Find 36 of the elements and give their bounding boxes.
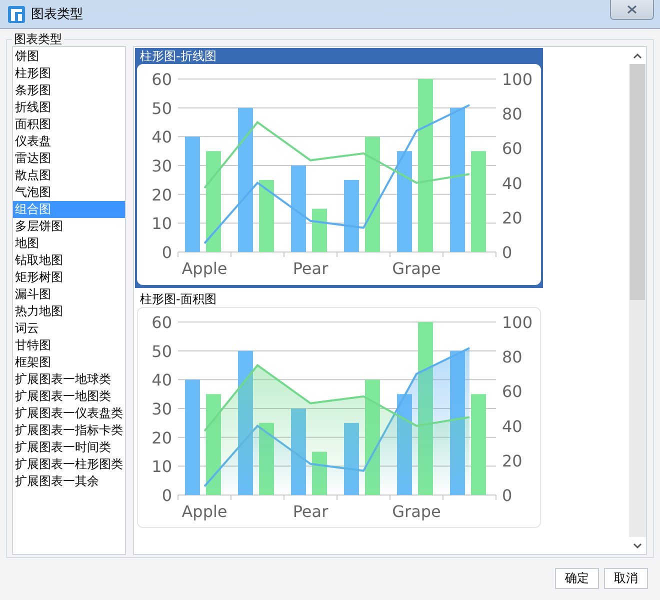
axis-label: 60: [502, 139, 522, 158]
axis-label: 0: [162, 486, 172, 505]
axis-label: 100: [502, 70, 533, 89]
axis-label: 50: [152, 342, 172, 361]
category-label: Grape: [392, 502, 441, 521]
axis-label: 40: [152, 128, 172, 147]
axis-label: 40: [502, 174, 522, 193]
category-label: Apple: [182, 259, 228, 278]
axis-label: 10: [152, 214, 172, 234]
axis-label: 30: [152, 156, 172, 176]
axis-label: 40: [502, 416, 522, 436]
axis-label: 60: [152, 70, 172, 89]
axis-label: 100: [502, 313, 533, 332]
axis-label: 20: [502, 451, 522, 470]
axis-label: 40: [152, 370, 172, 390]
category-label: Pear: [292, 259, 328, 278]
axis-label: 80: [502, 348, 522, 367]
window-title: 图表类型: [31, 6, 83, 23]
axis-label: 80: [502, 104, 522, 124]
category-label: Pear: [292, 502, 328, 521]
axis-label: 20: [152, 428, 172, 448]
axis-label: 60: [152, 313, 172, 332]
group-label: 图表类型: [13, 32, 63, 46]
axis-label: 10: [152, 457, 172, 476]
category-label: Grape: [392, 259, 441, 278]
axis-label: 0: [162, 243, 172, 262]
axis-label: 20: [152, 185, 172, 204]
axis-label: 50: [152, 98, 172, 118]
axis-label: 60: [502, 382, 522, 402]
axis-label: 30: [152, 400, 172, 418]
card-title: 柱形图-面积图: [139, 291, 218, 307]
card-title: 柱形图-折线图: [139, 48, 218, 64]
axis-label: 0: [502, 486, 512, 505]
category-label: Apple: [182, 502, 228, 521]
axis-label: 20: [502, 208, 522, 228]
axis-label: 0: [502, 243, 512, 262]
